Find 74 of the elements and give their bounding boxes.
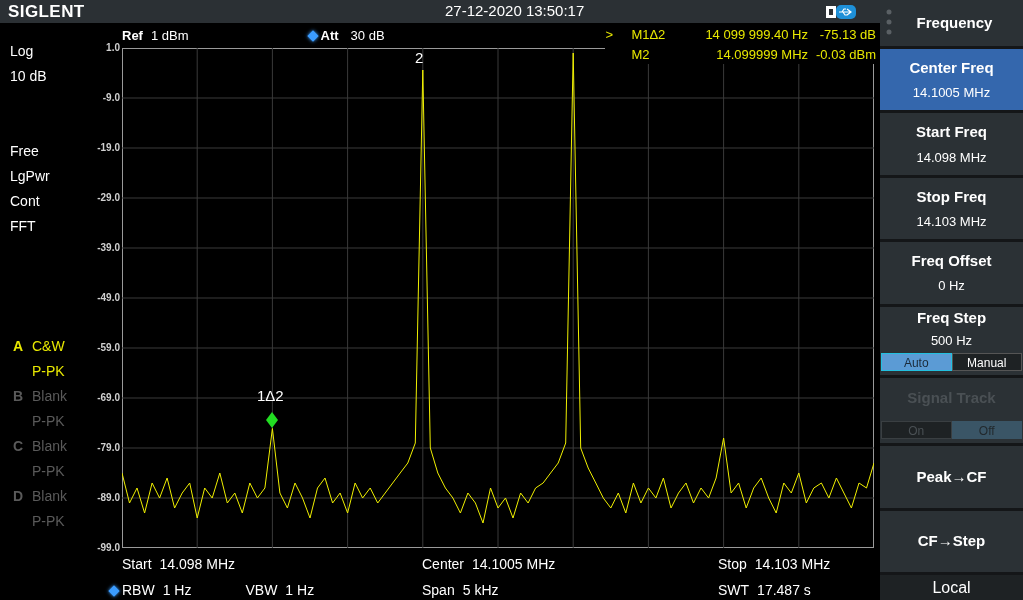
menu-title: Frequency — [915, 12, 994, 33]
trace-letter: B — [12, 387, 25, 406]
setting-value: 14.1005 MHz — [472, 555, 556, 574]
y-axis-label: -39.0 — [97, 242, 120, 254]
setting-label: RBW — [122, 581, 155, 600]
toggle-option[interactable]: Manual — [951, 352, 1022, 371]
att-indicator-icon — [306, 29, 319, 42]
sweep-info: Free — [10, 142, 40, 161]
setting-value: 1 Hz — [285, 581, 315, 600]
y-axis-label: -79.0 — [97, 442, 120, 454]
usb-icon — [826, 4, 856, 19]
trace-mode: Blank — [32, 487, 69, 506]
active-marker-pointer: > — [605, 26, 614, 44]
y-axis-label: -89.0 — [97, 492, 120, 504]
trace-detector: P-PK — [32, 412, 66, 431]
sweep-info: FFT — [10, 217, 37, 236]
setting-label: SWT — [718, 581, 750, 600]
trace-detector: P-PK — [32, 362, 66, 381]
trace-mode: C&W — [32, 337, 66, 356]
menu-softkey[interactable]: Center Freq 14.1005 MHz — [880, 49, 1023, 111]
menu-softkey[interactable]: Start Freq 14.098 MHz — [880, 113, 1023, 175]
menu-label: Freq Step — [916, 307, 987, 328]
menu-softkey[interactable]: Freq Offset 0 Hz — [880, 242, 1023, 304]
setting-value: 1 Hz — [162, 581, 192, 600]
marker-name: M1Δ2 — [631, 26, 667, 44]
y-axis-label: -49.0 — [97, 292, 120, 304]
att-label: Att — [320, 26, 339, 45]
status-footer: Local — [880, 574, 1023, 600]
trace-mode: Blank — [32, 437, 69, 456]
setting-value: 5 kHz — [462, 581, 499, 600]
setting-label: Center — [422, 555, 465, 574]
setting-label: Stop — [718, 555, 747, 574]
sweep-info: Cont — [10, 192, 41, 211]
scale-info: 10 dB — [10, 67, 48, 86]
marker-diamond[interactable] — [266, 412, 278, 428]
ref-label: Ref — [122, 26, 143, 45]
sweep-info: LgPwr — [10, 167, 51, 186]
trace-letter: C — [12, 437, 25, 456]
setting-label: VBW — [245, 581, 278, 600]
menu-softkey[interactable]: Stop Freq 14.103 MHz — [880, 177, 1023, 240]
setting-label: Span — [422, 581, 455, 600]
setting-label: Start — [122, 555, 152, 574]
menu-value: 500 Hz — [930, 332, 973, 351]
setting-value: 14.103 MHz — [754, 555, 831, 574]
y-axis-label: 1.0 — [106, 42, 120, 54]
rbw-indicator-icon — [108, 585, 120, 597]
marker-amplitude: -75.13 dB — [818, 26, 876, 44]
y-axis-label: -69.0 — [97, 392, 120, 404]
menu-softkey[interactable]: CF→Step — [880, 510, 1023, 572]
marker-name: M2 — [631, 45, 651, 64]
setting-value: 17.487 s — [757, 581, 811, 600]
trace-detector: P-PK — [32, 512, 66, 531]
toggle-option[interactable]: Auto — [881, 352, 952, 371]
y-axis-label: -99.0 — [97, 542, 120, 554]
brand-logo: SIGLENT — [8, 0, 85, 23]
scale-info: Log — [10, 42, 35, 61]
y-axis-label: -19.0 — [97, 142, 120, 154]
setting-value: 14.098 MHz — [159, 555, 236, 574]
trace-detector: P-PK — [32, 462, 66, 481]
y-axis-label: -9.0 — [102, 92, 120, 104]
ref-value: 1 dBm — [150, 26, 189, 45]
y-axis-label: -59.0 — [97, 342, 120, 354]
date-time: 27-12-2020 13:50:17 — [445, 1, 585, 22]
marker-frequency: 14.099999 MHz — [715, 45, 808, 64]
trace-letter: D — [12, 487, 25, 506]
marker-frequency: 14 099 999.40 Hz — [705, 26, 808, 44]
y-axis-label: -29.0 — [97, 192, 120, 204]
trace-letter: A — [12, 337, 25, 356]
trace-mode: Blank — [32, 387, 69, 406]
att-value: 30 dB — [350, 26, 385, 45]
marker-amplitude: -0.03 dBm — [816, 45, 876, 64]
marker-label: 2 — [415, 50, 424, 66]
marker-label: 1Δ2 — [257, 388, 284, 404]
menu-softkey[interactable]: Peak→CF — [880, 446, 1023, 508]
